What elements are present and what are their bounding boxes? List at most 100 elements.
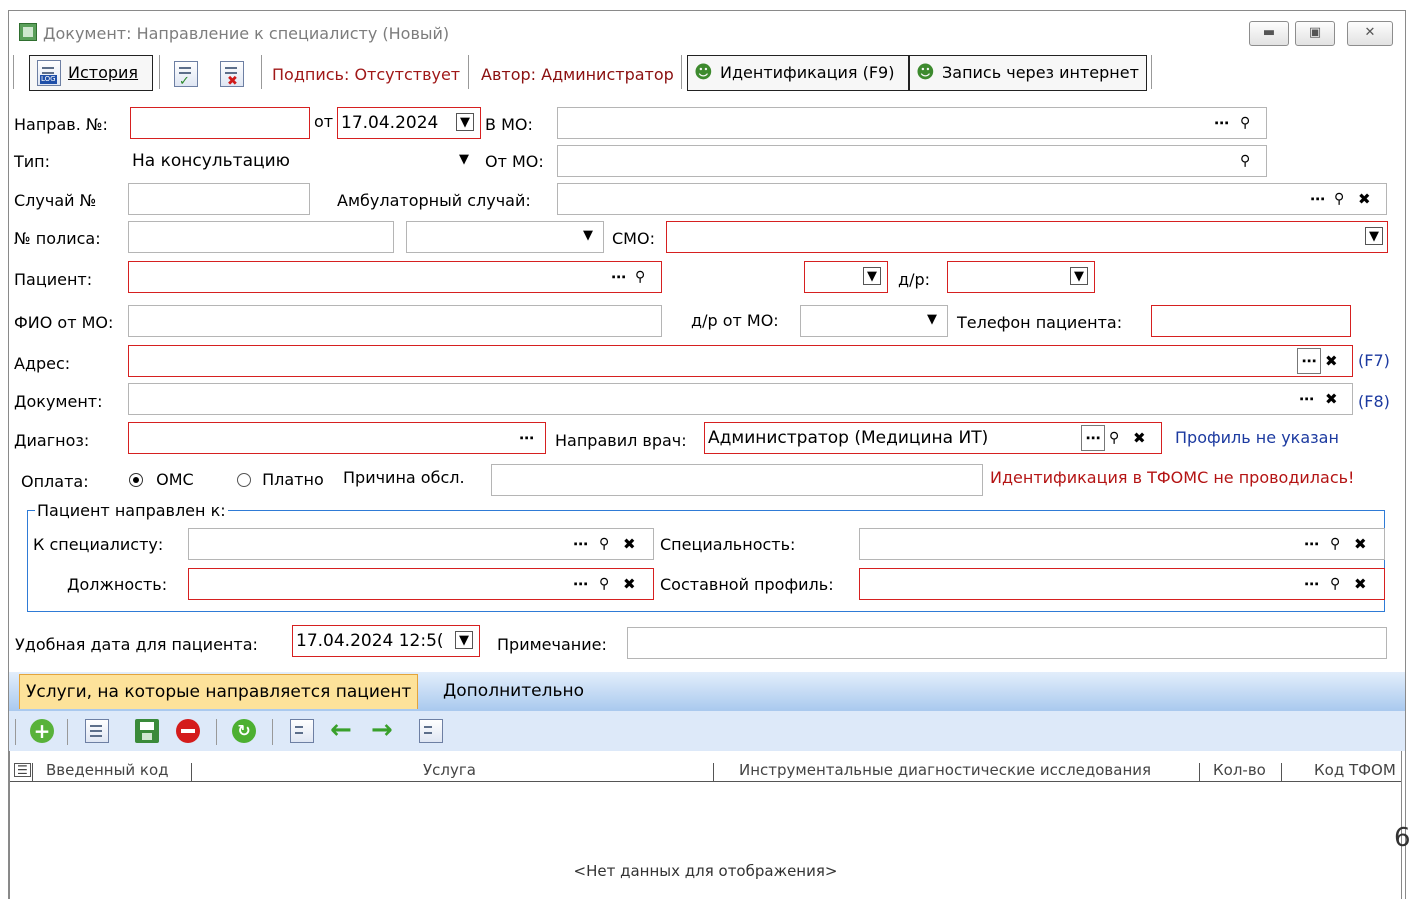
- reason-label: Причина обсл.: [343, 468, 465, 487]
- chevron-down-icon[interactable]: ▼: [455, 631, 473, 649]
- search-icon[interactable]: ⚲: [1240, 108, 1250, 138]
- column-header-code[interactable]: Введенный код: [46, 761, 169, 779]
- ellipsis-icon[interactable]: ⋯: [1304, 529, 1319, 559]
- column-header-service[interactable]: Услуга: [423, 761, 476, 779]
- smo-select[interactable]: ▼: [666, 221, 1388, 253]
- column-chooser-icon[interactable]: ☰: [14, 763, 31, 777]
- tab-additional[interactable]: Дополнительно: [437, 674, 590, 709]
- reason-input[interactable]: [491, 464, 983, 496]
- move-in-icon[interactable]: [290, 719, 314, 743]
- history-button[interactable]: LOG История: [29, 55, 153, 91]
- sign-document-icon[interactable]: ✓: [174, 61, 198, 89]
- document-input[interactable]: ⋯ ✖: [128, 383, 1353, 415]
- column-header-qty[interactable]: Кол-во: [1213, 761, 1266, 779]
- arrow-left-icon[interactable]: ←: [330, 717, 354, 743]
- search-icon[interactable]: ⚲: [635, 262, 645, 292]
- ellipsis-icon[interactable]: ⋯: [1081, 425, 1105, 451]
- ellipsis-icon[interactable]: ⋯: [519, 423, 534, 453]
- chevron-down-icon[interactable]: ▼: [863, 267, 881, 285]
- save-icon[interactable]: [135, 719, 159, 743]
- dr-mo-select[interactable]: ▼: [800, 305, 948, 337]
- remove-signature-icon[interactable]: ✖: [220, 61, 244, 89]
- payment-oms-radio[interactable]: ОМС: [129, 470, 194, 489]
- search-icon[interactable]: ⚲: [1330, 569, 1340, 599]
- ellipsis-icon[interactable]: ⋯: [1299, 384, 1314, 414]
- ot-mo-input[interactable]: ⚲: [557, 145, 1267, 177]
- diagnosis-label: Диагноз:: [14, 431, 90, 450]
- composite-profile-input[interactable]: ⋯ ⚲ ✖: [859, 568, 1385, 600]
- amb-case-input[interactable]: ⋯ ⚲ ✖: [557, 183, 1387, 215]
- identification-button[interactable]: ☻ Идентификация (F9): [687, 55, 909, 91]
- note-input[interactable]: [627, 627, 1387, 659]
- convenient-date-input[interactable]: 17.04.2024 12:5( ▼: [292, 625, 480, 657]
- clear-icon[interactable]: ✖: [1325, 346, 1338, 376]
- ellipsis-icon[interactable]: ⋯: [1304, 569, 1319, 599]
- patient-input[interactable]: ⋯ ⚲: [128, 261, 662, 293]
- position-input[interactable]: ⋯ ⚲ ✖: [188, 568, 654, 600]
- profile-link[interactable]: Профиль не указан: [1175, 428, 1339, 447]
- search-icon[interactable]: ⚲: [1330, 529, 1340, 559]
- ellipsis-icon[interactable]: ⋯: [1297, 348, 1321, 374]
- arrow-right-icon[interactable]: →: [371, 717, 395, 743]
- search-icon[interactable]: ⚲: [599, 529, 609, 559]
- chevron-down-icon[interactable]: ▼: [1070, 267, 1088, 285]
- ellipsis-icon[interactable]: ⋯: [611, 262, 626, 292]
- tab-services[interactable]: Услуги, на которые направляется пациент: [19, 674, 419, 709]
- ot-date-value: 17.04.2024: [341, 113, 439, 133]
- search-icon[interactable]: ⚲: [1240, 146, 1250, 176]
- clear-icon[interactable]: ✖: [1358, 184, 1371, 214]
- speciality-label: Специальность:: [660, 535, 796, 554]
- convenient-date-value: 17.04.2024 12:5(: [296, 631, 444, 651]
- close-button[interactable]: ✕: [1347, 21, 1393, 46]
- search-icon[interactable]: ⚲: [1334, 184, 1344, 214]
- type-select[interactable]: На консультацию ▼: [128, 145, 480, 177]
- online-booking-button[interactable]: ☻ Запись через интернет: [909, 55, 1147, 91]
- specialist-input[interactable]: ⋯ ⚲ ✖: [188, 528, 654, 560]
- minimize-button[interactable]: ▬: [1249, 21, 1289, 46]
- diagnosis-input[interactable]: ⋯: [128, 422, 546, 454]
- ellipsis-icon[interactable]: ⋯: [1310, 184, 1325, 214]
- delete-icon[interactable]: [176, 719, 200, 743]
- phone-input[interactable]: [1151, 305, 1351, 337]
- column-header-diagnostics[interactable]: Инструментальные диагностические исследо…: [739, 761, 1151, 779]
- doctor-value: Администратор (Медицина ИТ): [708, 428, 989, 448]
- ot-date-input[interactable]: 17.04.2024 ▼: [337, 107, 481, 139]
- case-input[interactable]: [128, 183, 310, 215]
- edit-icon[interactable]: [85, 719, 109, 743]
- chevron-down-icon[interactable]: ▼: [1365, 227, 1383, 245]
- clear-icon[interactable]: ✖: [1133, 423, 1146, 453]
- ellipsis-icon[interactable]: ⋯: [573, 569, 588, 599]
- policy-input[interactable]: [128, 221, 394, 253]
- fio-input[interactable]: [128, 305, 662, 337]
- doctor-input[interactable]: Администратор (Медицина ИТ) ⋯ ⚲ ✖: [704, 422, 1162, 454]
- gender-select[interactable]: ▼: [804, 261, 888, 293]
- birthdate-input[interactable]: ▼: [947, 261, 1095, 293]
- phone-label: Телефон пациента:: [957, 313, 1123, 332]
- napr-no-input[interactable]: [130, 107, 310, 139]
- chevron-down-icon[interactable]: ▼: [455, 151, 473, 169]
- v-mo-input[interactable]: ⋯ ⚲: [557, 107, 1267, 139]
- clear-icon[interactable]: ✖: [1354, 569, 1367, 599]
- clear-icon[interactable]: ✖: [1325, 384, 1338, 414]
- column-header-tfoms[interactable]: Код ТФОМ: [1314, 761, 1396, 779]
- search-icon[interactable]: ⚲: [599, 569, 609, 599]
- ellipsis-icon[interactable]: ⋯: [1214, 108, 1229, 138]
- toolbar-separator: [272, 719, 273, 745]
- chevron-down-icon[interactable]: ▼: [923, 311, 941, 329]
- ellipsis-icon[interactable]: ⋯: [573, 529, 588, 559]
- address-input[interactable]: ⋯ ✖: [128, 345, 1353, 377]
- speciality-input[interactable]: ⋯ ⚲ ✖: [859, 528, 1385, 560]
- radio-unchecked-icon: [237, 473, 251, 487]
- payment-paid-radio[interactable]: Платно: [237, 470, 324, 489]
- refresh-icon[interactable]: ↻: [232, 719, 256, 743]
- clear-icon[interactable]: ✖: [623, 529, 636, 559]
- maximize-button[interactable]: ▣: [1295, 21, 1335, 46]
- search-icon[interactable]: ⚲: [1109, 423, 1120, 453]
- chevron-down-icon[interactable]: ▼: [579, 227, 597, 245]
- chevron-down-icon[interactable]: ▼: [456, 113, 474, 131]
- policy-type-select[interactable]: ▼: [406, 221, 604, 253]
- move-out-icon[interactable]: [419, 719, 443, 743]
- clear-icon[interactable]: ✖: [1354, 529, 1367, 559]
- clear-icon[interactable]: ✖: [623, 569, 636, 599]
- add-icon[interactable]: +: [30, 719, 54, 743]
